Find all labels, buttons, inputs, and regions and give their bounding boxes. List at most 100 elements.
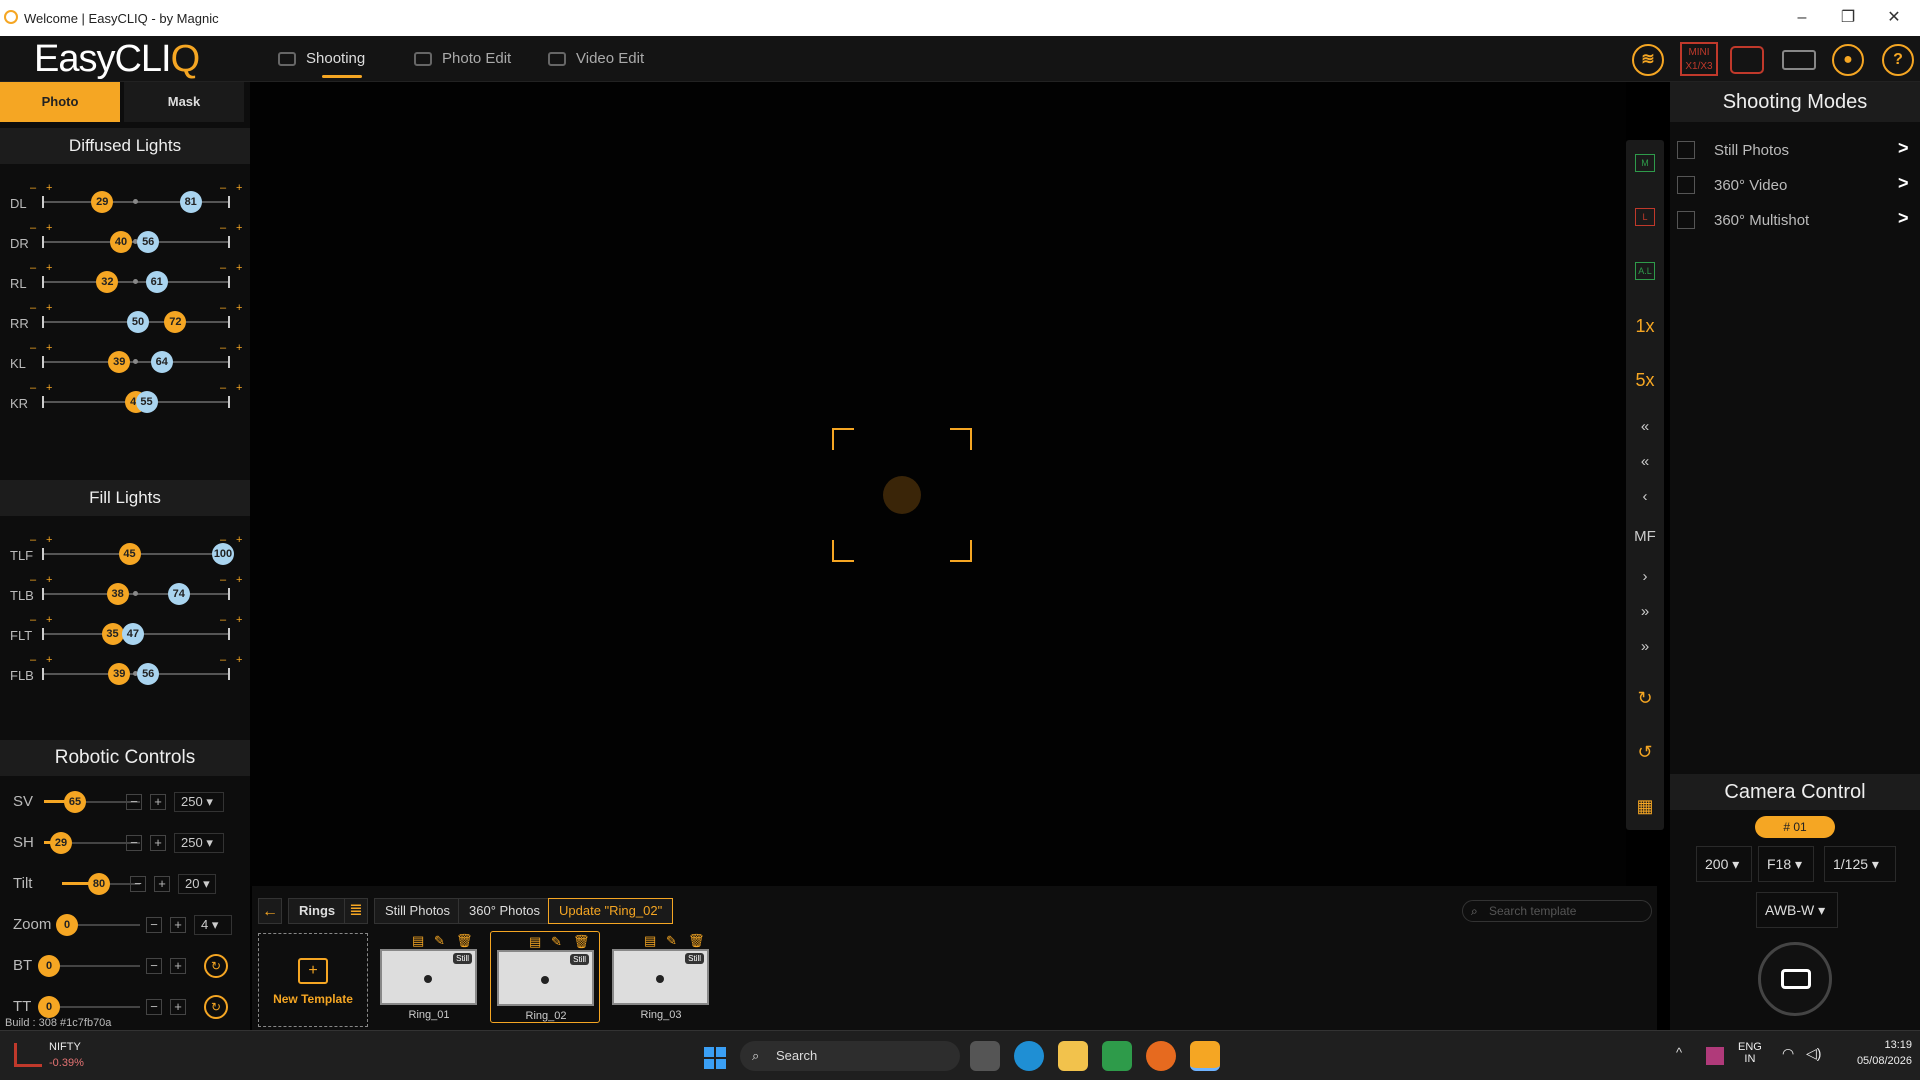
slider-knob-high[interactable]: 50 <box>127 311 149 333</box>
grid-icon[interactable]: ▦ <box>1626 796 1664 817</box>
minimize-button[interactable]: – <box>1782 6 1822 30</box>
decrease-button[interactable]: − <box>146 917 162 933</box>
checkbox[interactable] <box>1677 176 1695 194</box>
decrease-button[interactable]: – <box>220 574 226 586</box>
decrease-button[interactable]: – <box>30 382 36 394</box>
decrease-button[interactable]: – <box>30 574 36 586</box>
mode-360-multishot[interactable]: 360° Multishot > <box>1670 202 1920 237</box>
slider-knob-high[interactable]: 56 <box>137 663 160 685</box>
back-arrow-icon[interactable]: ← <box>258 898 282 924</box>
slider-knob-low[interactable]: 45 <box>118 543 141 565</box>
decrease-button[interactable]: – <box>220 342 226 354</box>
slider-knob-high[interactable]: 55 <box>135 391 158 413</box>
increase-button[interactable]: + <box>170 958 186 974</box>
increase-button[interactable]: + <box>46 574 52 586</box>
increase-button[interactable]: + <box>236 342 242 354</box>
decrease-button[interactable]: − <box>146 999 162 1015</box>
file-explorer-icon[interactable] <box>1058 1041 1088 1071</box>
template-card[interactable]: ▤ ✎ 🗑 Still Ring_01 <box>374 931 484 1023</box>
robotic-knob[interactable]: 0 <box>38 955 60 977</box>
white-balance-select[interactable]: AWB-W ▾ <box>1756 892 1838 928</box>
slider-knob-high[interactable]: 64 <box>150 351 173 373</box>
template-edit-icon[interactable]: ✎ <box>666 933 677 949</box>
decrease-button[interactable]: − <box>146 958 162 974</box>
slider-knob-low[interactable]: 39 <box>108 663 131 685</box>
close-button[interactable]: ✕ <box>1874 6 1914 30</box>
camera-id-badge[interactable]: # 01 <box>1755 816 1835 838</box>
decrease-button[interactable]: – <box>220 222 226 234</box>
wifi-icon[interactable]: ≋ <box>1632 44 1664 76</box>
decrease-button[interactable]: – <box>30 262 36 274</box>
slider-knob-low[interactable]: 72 <box>164 311 187 333</box>
increase-button[interactable]: + <box>46 382 52 394</box>
manual-mode-icon[interactable]: M <box>1635 154 1655 172</box>
increase-button[interactable]: + <box>46 262 52 274</box>
decrease-button[interactable]: – <box>30 654 36 666</box>
step-select[interactable]: 250 ▾ <box>174 792 224 812</box>
increase-button[interactable]: + <box>236 574 242 586</box>
template-delete-icon[interactable]: 🗑 <box>456 933 473 949</box>
increase-button[interactable]: + <box>154 876 170 892</box>
decrease-button[interactable]: − <box>126 794 142 810</box>
increase-button[interactable]: + <box>236 302 242 314</box>
slider-knob-low[interactable]: 29 <box>91 191 114 213</box>
template-delete-icon[interactable]: 🗑 <box>688 933 705 949</box>
decrease-button[interactable]: – <box>220 614 226 626</box>
decrease-button[interactable]: – <box>220 182 226 194</box>
slider-knob-low[interactable]: 35 <box>101 623 124 645</box>
zoom-1x-button[interactable]: 1x <box>1626 316 1664 337</box>
step-select[interactable]: 4 ▾ <box>194 915 232 935</box>
slider-knob-high[interactable]: 74 <box>167 583 190 605</box>
aperture-select[interactable]: F18 ▾ <box>1758 846 1814 882</box>
increase-button[interactable]: + <box>46 614 52 626</box>
increase-button[interactable]: + <box>236 382 242 394</box>
robotic-knob[interactable]: 29 <box>50 832 72 854</box>
increase-button[interactable]: + <box>46 654 52 666</box>
maximize-button[interactable]: ❐ <box>1828 6 1868 30</box>
manual-focus-button[interactable]: MF <box>1626 528 1664 545</box>
increase-button[interactable]: + <box>46 182 52 194</box>
lock-icon[interactable]: L <box>1635 208 1655 226</box>
tab-mask[interactable]: Mask <box>124 82 244 122</box>
focus-far-step-icon[interactable]: ‹ <box>1626 488 1664 505</box>
tab-photo[interactable]: Photo <box>0 82 120 122</box>
iso-select[interactable]: 200 ▾ <box>1696 846 1752 882</box>
chevron-up-icon[interactable]: ^ <box>1676 1045 1682 1060</box>
slider-knob-high[interactable]: 61 <box>145 271 168 293</box>
increase-button[interactable]: + <box>46 534 52 546</box>
decrease-button[interactable]: – <box>220 654 226 666</box>
tab-shooting[interactable]: Shooting <box>278 36 365 82</box>
decrease-button[interactable]: – <box>30 182 36 194</box>
decrease-button[interactable]: – <box>220 302 226 314</box>
qc-app-icon[interactable] <box>1102 1041 1132 1071</box>
reset-rotation-icon[interactable]: ↻ <box>204 995 228 1019</box>
template-card[interactable]: ▤ ✎ 🗑 Still Ring_02 <box>490 931 600 1023</box>
slider-knob-low[interactable]: 39 <box>108 351 131 373</box>
reset-rotation-icon[interactable]: ↻ <box>204 954 228 978</box>
slider-knob-high[interactable]: 47 <box>121 623 144 645</box>
clock[interactable]: 13:19 05/08/2026 <box>1830 1039 1912 1067</box>
device-mini-icon[interactable]: MINI X1/X3 <box>1680 42 1718 76</box>
robotic-knob[interactable]: 65 <box>64 791 86 813</box>
stock-chart-icon[interactable] <box>14 1043 42 1067</box>
decrease-button[interactable]: − <box>130 876 146 892</box>
mode-360-video[interactable]: 360° Video > <box>1670 167 1920 202</box>
decrease-button[interactable]: – <box>30 342 36 354</box>
mode-still-photos[interactable]: Still Photos > <box>1670 132 1920 167</box>
increase-button[interactable]: + <box>150 835 166 851</box>
increase-button[interactable]: + <box>236 262 242 274</box>
focus-near-icon[interactable]: » <box>1626 603 1664 620</box>
filter-still-photos[interactable]: Still Photos <box>374 898 462 924</box>
increase-button[interactable]: + <box>236 614 242 626</box>
template-save-icon[interactable]: ▤ <box>412 933 424 949</box>
battery-icon[interactable] <box>1782 50 1816 70</box>
increase-button[interactable]: + <box>46 222 52 234</box>
camera-viewfinder[interactable] <box>250 82 1626 886</box>
wifi-icon[interactable]: ◠ <box>1782 1045 1794 1062</box>
camera-status-icon[interactable] <box>1730 46 1764 74</box>
decrease-button[interactable]: – <box>220 382 226 394</box>
focus-far-icon[interactable]: « <box>1626 453 1664 470</box>
template-edit-icon[interactable]: ✎ <box>551 934 562 950</box>
increase-button[interactable]: + <box>236 222 242 234</box>
list-view-icon[interactable]: ≣ <box>344 898 368 924</box>
